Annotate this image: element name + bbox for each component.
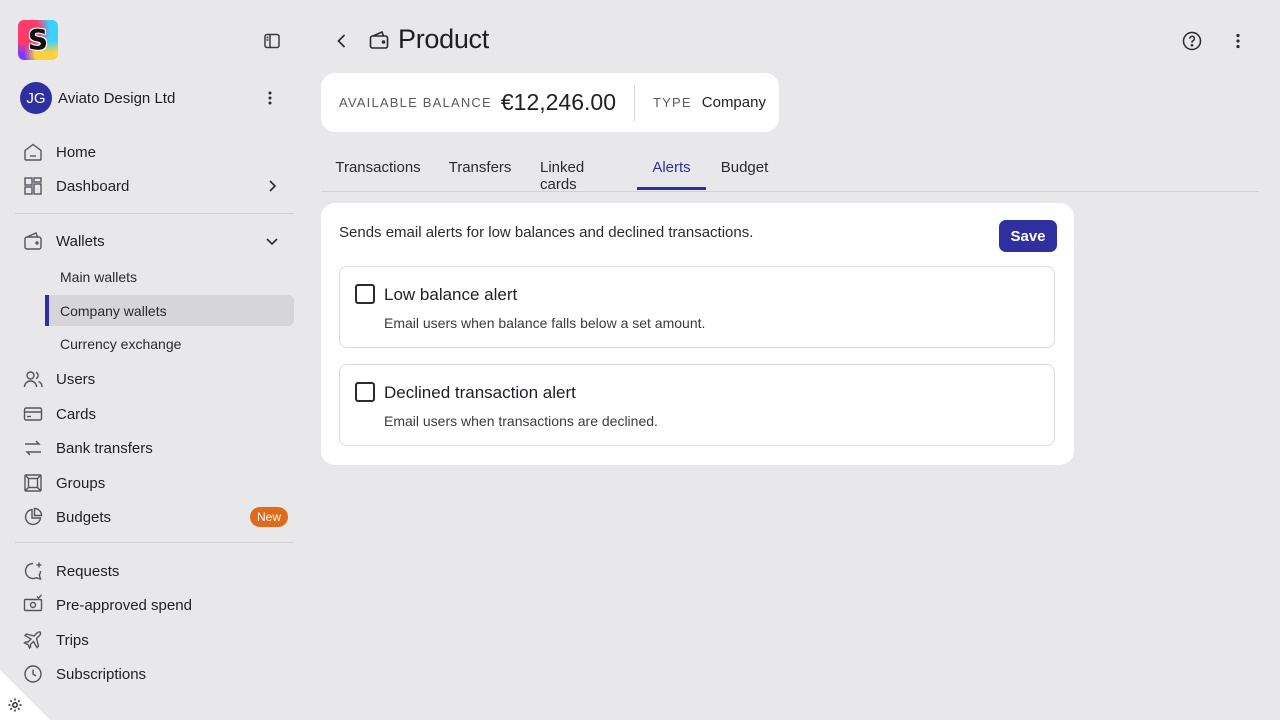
type-label: TYPE xyxy=(653,95,692,110)
save-button[interactable]: Save xyxy=(999,220,1057,252)
alert-description: Email users when transactions are declin… xyxy=(384,413,658,429)
avatar: JG xyxy=(20,82,52,114)
sidebar-item-label: Dashboard xyxy=(56,177,130,195)
low-balance-alert-checkbox[interactable] xyxy=(355,284,375,304)
tab-transactions[interactable]: Transactions xyxy=(335,150,420,190)
sidebar-item-label: Groups xyxy=(56,474,106,492)
tab-bar: Transactions Transfers Linked cards Aler… xyxy=(321,150,1259,193)
sidebar-item-requests[interactable]: Requests xyxy=(22,556,294,586)
tab-transfers[interactable]: Transfers xyxy=(449,150,512,190)
sidebar-item-home[interactable]: Home xyxy=(22,137,294,167)
sidebar-item-label: Home xyxy=(56,143,97,161)
organization-switcher[interactable]: JG Aviato Design Ltd xyxy=(20,82,290,114)
sidebar-toggle-icon[interactable] xyxy=(262,31,282,51)
help-icon[interactable] xyxy=(1181,30,1203,52)
wallet-icon xyxy=(22,230,44,252)
organization-name: Aviato Design Ltd xyxy=(58,89,176,107)
sidebar-item-budgets[interactable]: Budgets New xyxy=(22,502,294,532)
sidebar-item-label: Requests xyxy=(56,562,120,580)
sidebar-item-dashboard[interactable]: Dashboard xyxy=(22,171,294,201)
users-icon xyxy=(22,368,44,390)
declined-transaction-alert-checkbox[interactable] xyxy=(355,382,375,402)
home-icon xyxy=(22,141,44,163)
sidebar-item-label: Users xyxy=(56,370,96,388)
sidebar-subitem-main-wallets[interactable]: Main wallets xyxy=(45,261,294,292)
type-value: Company xyxy=(701,94,766,111)
alert-title: Declined transaction alert xyxy=(384,383,576,402)
app-logo[interactable]: S xyxy=(18,20,58,60)
sidebar-item-groups[interactable]: Groups xyxy=(22,468,294,498)
tab-linked-cards[interactable]: Linked cards xyxy=(540,150,623,193)
groups-icon xyxy=(22,472,44,494)
balance-card: AVAILABLE BALANCE €12,246.00 TYPE Compan… xyxy=(321,73,779,132)
credit-card-icon xyxy=(22,403,44,425)
sidebar-item-cards[interactable]: Cards xyxy=(22,399,294,429)
sidebar-item-label: Cards xyxy=(56,405,97,423)
low-balance-alert-card[interactable]: Low balance alert Email users when balan… xyxy=(339,266,1055,348)
settings-corner xyxy=(0,670,50,720)
sidebar-item-label: Bank transfers xyxy=(56,439,153,457)
cash-check-icon xyxy=(22,594,44,616)
transfer-arrows-icon xyxy=(22,437,44,459)
sidebar: S JG Aviato Design Ltd Home Dashboard Wa… xyxy=(0,0,308,720)
page-title: Product xyxy=(398,24,489,54)
divider xyxy=(634,84,635,121)
sidebar-item-label: Subscriptions xyxy=(56,665,147,683)
gear-icon[interactable] xyxy=(7,697,23,713)
sidebar-item-users[interactable]: Users xyxy=(22,364,294,394)
tab-budget[interactable]: Budget xyxy=(721,150,769,190)
sidebar-item-subscriptions[interactable]: Subscriptions xyxy=(22,659,294,689)
sidebar-subitem-currency-exchange[interactable]: Currency exchange xyxy=(45,328,294,359)
new-badge: New xyxy=(249,507,288,527)
sidebar-item-label: Trips xyxy=(56,631,89,649)
airplane-icon xyxy=(22,629,44,651)
available-balance-label: AVAILABLE BALANCE xyxy=(339,95,492,110)
sidebar-item-trips[interactable]: Trips xyxy=(22,625,294,655)
sidebar-item-label: Pre-approved spend xyxy=(56,596,192,614)
tab-alerts[interactable]: Alerts xyxy=(637,150,706,190)
sidebar-item-bank-transfers[interactable]: Bank transfers xyxy=(22,433,294,463)
alert-title: Low balance alert xyxy=(384,285,518,304)
alerts-panel: Sends email alerts for low balances and … xyxy=(321,203,1074,465)
more-vertical-icon[interactable] xyxy=(260,88,280,108)
sidebar-item-label: Wallets xyxy=(56,232,105,250)
sidebar-item-label: Budgets xyxy=(56,508,112,526)
divider xyxy=(15,542,294,543)
chevron-down-icon xyxy=(264,233,280,249)
more-vertical-icon[interactable] xyxy=(1228,30,1248,52)
declined-transaction-alert-card[interactable]: Declined transaction alert Email users w… xyxy=(339,364,1055,446)
pie-chart-icon xyxy=(22,506,44,528)
alerts-description: Sends email alerts for low balances and … xyxy=(339,224,754,241)
chat-plus-icon xyxy=(22,560,44,582)
page-header: Product xyxy=(368,24,489,55)
wallet-icon xyxy=(368,29,390,51)
sidebar-item-preapproved-spend[interactable]: Pre-approved spend xyxy=(22,590,294,620)
chevron-right-icon xyxy=(264,178,280,194)
dashboard-icon xyxy=(22,175,44,197)
available-balance-value: €12,246.00 xyxy=(500,89,616,115)
alert-description: Email users when balance falls below a s… xyxy=(384,315,706,331)
sidebar-subitem-company-wallets[interactable]: Company wallets xyxy=(45,295,294,326)
back-arrow-icon[interactable] xyxy=(332,31,352,51)
divider xyxy=(15,213,294,214)
sidebar-item-wallets[interactable]: Wallets xyxy=(22,226,294,256)
